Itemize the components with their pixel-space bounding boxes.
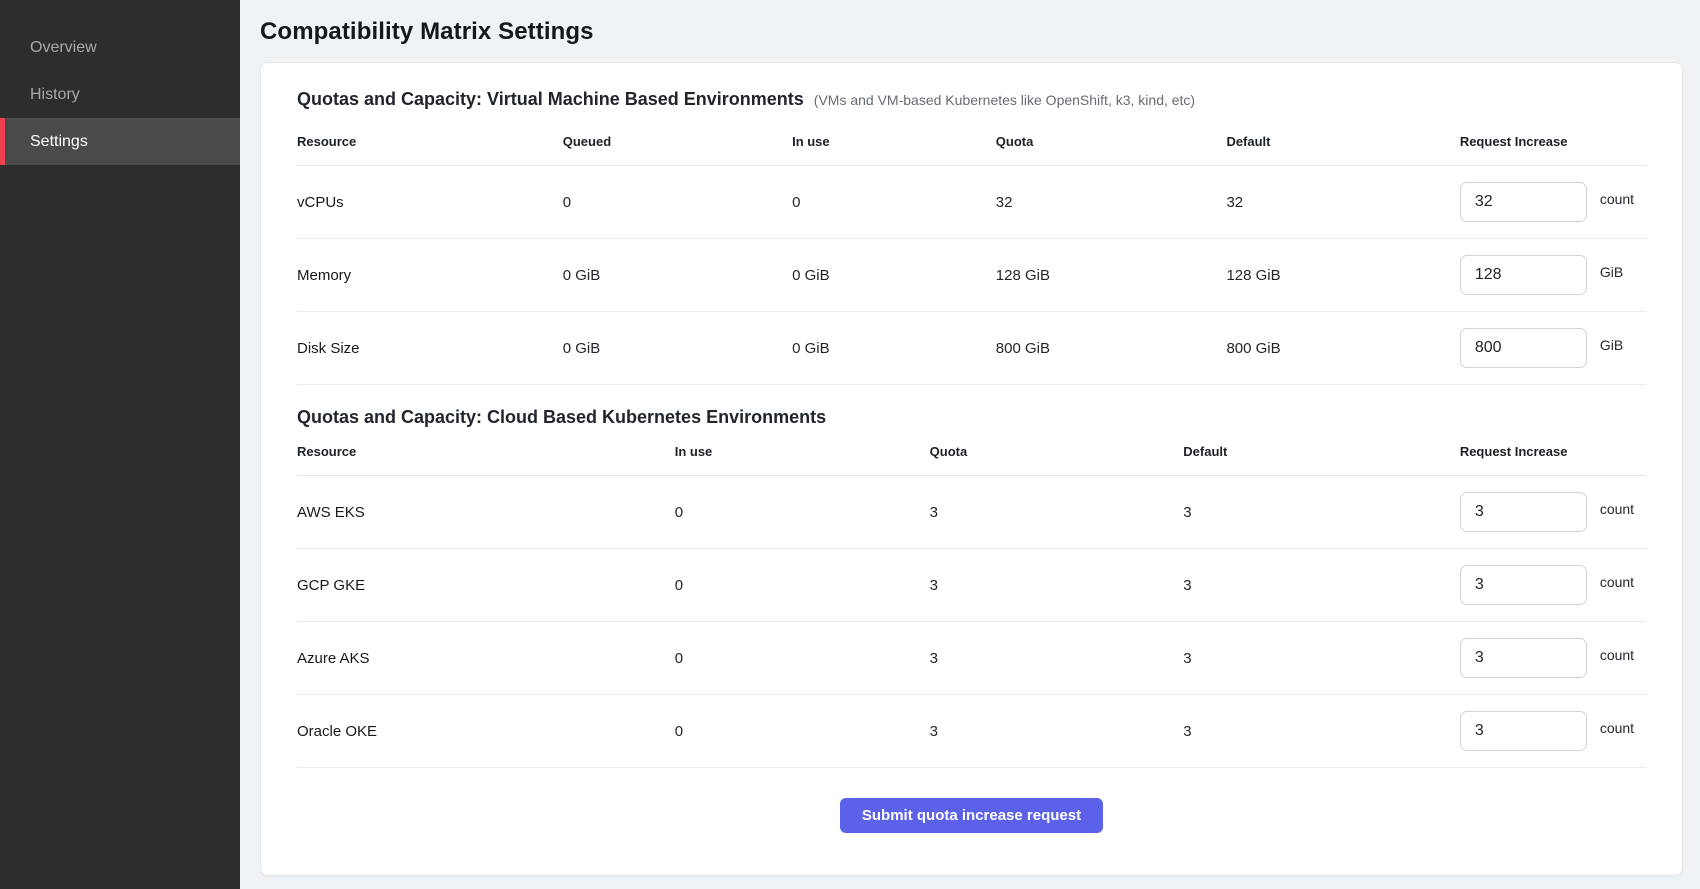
sidebar-item-overview[interactable]: Overview xyxy=(0,24,240,71)
main-content: Compatibility Matrix Settings Quotas and… xyxy=(240,0,1700,889)
gcp-gke-request-increase-input[interactable] xyxy=(1460,565,1587,605)
cloud-col-resource: Resource xyxy=(297,432,675,476)
azure-aks-request-increase-input[interactable] xyxy=(1460,638,1587,678)
azure-aks-unit-label: count xyxy=(1600,647,1634,663)
vm-quota-table: Resource Queued In use Quota Default Req… xyxy=(297,122,1646,385)
oracle-oke-default-value: 3 xyxy=(1183,695,1460,768)
disk-size-unit-label: GiB xyxy=(1600,337,1623,353)
memory-request-increase-input[interactable] xyxy=(1460,255,1587,295)
vm-col-quota: Quota xyxy=(996,122,1227,166)
azure-aks-resource-label: Azure AKS xyxy=(297,622,675,695)
memory-unit-label: GiB xyxy=(1600,264,1623,280)
sidebar-item-history-label: History xyxy=(30,86,80,104)
memory-queued-value: 0 GiB xyxy=(563,239,792,312)
sidebar-item-settings[interactable]: Settings xyxy=(0,118,240,165)
cloud-col-default: Default xyxy=(1183,432,1460,476)
table-row-aws-eks: AWS EKS 0 3 3 count xyxy=(297,476,1646,549)
azure-aks-in-use-value: 0 xyxy=(675,622,930,695)
vcpus-request-increase-input[interactable] xyxy=(1460,182,1587,222)
sidebar-item-settings-label: Settings xyxy=(30,133,88,151)
vcpus-quota-value: 32 xyxy=(996,166,1227,239)
memory-default-value: 128 GiB xyxy=(1226,239,1459,312)
vcpus-queued-value: 0 xyxy=(563,166,792,239)
disk-size-request-increase-input[interactable] xyxy=(1460,328,1587,368)
memory-resource-label: Memory xyxy=(297,239,563,312)
sidebar-item-history[interactable]: History xyxy=(0,71,240,118)
gcp-gke-quota-value: 3 xyxy=(930,549,1184,622)
cloud-col-in-use: In use xyxy=(675,432,930,476)
sidebar: Overview History Settings xyxy=(0,0,240,889)
aws-eks-request-increase-input[interactable] xyxy=(1460,492,1587,532)
cloud-section-title: Quotas and Capacity: Cloud Based Kuberne… xyxy=(297,407,826,428)
table-row-azure-aks: Azure AKS 0 3 3 count xyxy=(297,622,1646,695)
cloud-quota-table: Resource In use Quota Default Request In… xyxy=(297,432,1646,768)
oracle-oke-unit-label: count xyxy=(1600,720,1634,736)
vcpus-in-use-value: 0 xyxy=(792,166,996,239)
vm-section-header: Quotas and Capacity: Virtual Machine Bas… xyxy=(297,89,1646,110)
table-row-gcp-gke: GCP GKE 0 3 3 count xyxy=(297,549,1646,622)
vm-section-title: Quotas and Capacity: Virtual Machine Bas… xyxy=(297,89,804,110)
page-title: Compatibility Matrix Settings xyxy=(260,18,1683,46)
gcp-gke-resource-label: GCP GKE xyxy=(297,549,675,622)
app-window: Overview History Settings Compatibility … xyxy=(0,0,1700,889)
vm-col-resource: Resource xyxy=(297,122,563,166)
gcp-gke-unit-label: count xyxy=(1600,574,1634,590)
disk-size-quota-value: 800 GiB xyxy=(996,312,1227,385)
azure-aks-quota-value: 3 xyxy=(930,622,1184,695)
azure-aks-default-value: 3 xyxy=(1183,622,1460,695)
memory-in-use-value: 0 GiB xyxy=(792,239,996,312)
vcpus-default-value: 32 xyxy=(1226,166,1459,239)
aws-eks-in-use-value: 0 xyxy=(675,476,930,549)
oracle-oke-request-increase-input[interactable] xyxy=(1460,711,1587,751)
table-row-memory: Memory 0 GiB 0 GiB 128 GiB 128 GiB GiB xyxy=(297,239,1646,312)
aws-eks-default-value: 3 xyxy=(1183,476,1460,549)
cloud-section-header: Quotas and Capacity: Cloud Based Kuberne… xyxy=(297,407,1646,428)
gcp-gke-default-value: 3 xyxy=(1183,549,1460,622)
vm-col-queued: Queued xyxy=(563,122,792,166)
vcpus-unit-label: count xyxy=(1600,191,1634,207)
oracle-oke-in-use-value: 0 xyxy=(675,695,930,768)
vm-col-in-use: In use xyxy=(792,122,996,166)
quotas-card: Quotas and Capacity: Virtual Machine Bas… xyxy=(260,62,1683,876)
vm-col-default: Default xyxy=(1226,122,1459,166)
vm-table-header-row: Resource Queued In use Quota Default Req… xyxy=(297,122,1646,166)
table-row-disk-size: Disk Size 0 GiB 0 GiB 800 GiB 800 GiB Gi… xyxy=(297,312,1646,385)
aws-eks-resource-label: AWS EKS xyxy=(297,476,675,549)
table-row-oracle-oke: Oracle OKE 0 3 3 count xyxy=(297,695,1646,768)
sidebar-item-overview-label: Overview xyxy=(30,39,97,57)
vcpus-resource-label: vCPUs xyxy=(297,166,563,239)
cloud-table-header-row: Resource In use Quota Default Request In… xyxy=(297,432,1646,476)
vm-col-request-increase: Request Increase xyxy=(1460,122,1646,166)
cloud-col-request-increase: Request Increase xyxy=(1460,432,1646,476)
memory-quota-value: 128 GiB xyxy=(996,239,1227,312)
table-row-vcpus: vCPUs 0 0 32 32 count xyxy=(297,166,1646,239)
aws-eks-quota-value: 3 xyxy=(930,476,1184,549)
disk-size-default-value: 800 GiB xyxy=(1226,312,1459,385)
disk-size-resource-label: Disk Size xyxy=(297,312,563,385)
gcp-gke-in-use-value: 0 xyxy=(675,549,930,622)
aws-eks-unit-label: count xyxy=(1600,501,1634,517)
disk-size-in-use-value: 0 GiB xyxy=(792,312,996,385)
submit-quota-increase-button[interactable]: Submit quota increase request xyxy=(840,798,1103,833)
cloud-col-quota: Quota xyxy=(930,432,1184,476)
oracle-oke-quota-value: 3 xyxy=(930,695,1184,768)
vm-section-subtitle: (VMs and VM-based Kubernetes like OpenSh… xyxy=(814,92,1195,108)
oracle-oke-resource-label: Oracle OKE xyxy=(297,695,675,768)
submit-row: Submit quota increase request xyxy=(297,768,1646,833)
disk-size-queued-value: 0 GiB xyxy=(563,312,792,385)
